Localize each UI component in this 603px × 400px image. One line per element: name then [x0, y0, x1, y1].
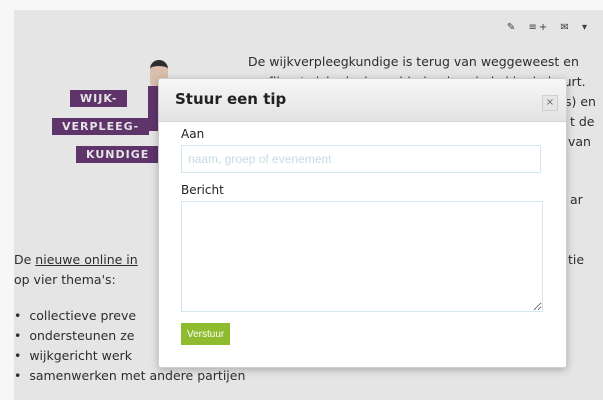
message-label: Bericht [181, 183, 224, 197]
dialog-title: Stuur een tip [175, 90, 287, 108]
tip-dialog: Stuur een tip × Aan Bericht Verstuur [158, 78, 567, 368]
close-button[interactable]: × [542, 95, 558, 111]
message-field[interactable] [181, 201, 543, 312]
submit-button[interactable]: Verstuur [181, 323, 231, 345]
to-field[interactable] [181, 145, 541, 173]
dialog-header: Stuur een tip × [159, 79, 566, 122]
to-label: Aan [181, 127, 205, 141]
